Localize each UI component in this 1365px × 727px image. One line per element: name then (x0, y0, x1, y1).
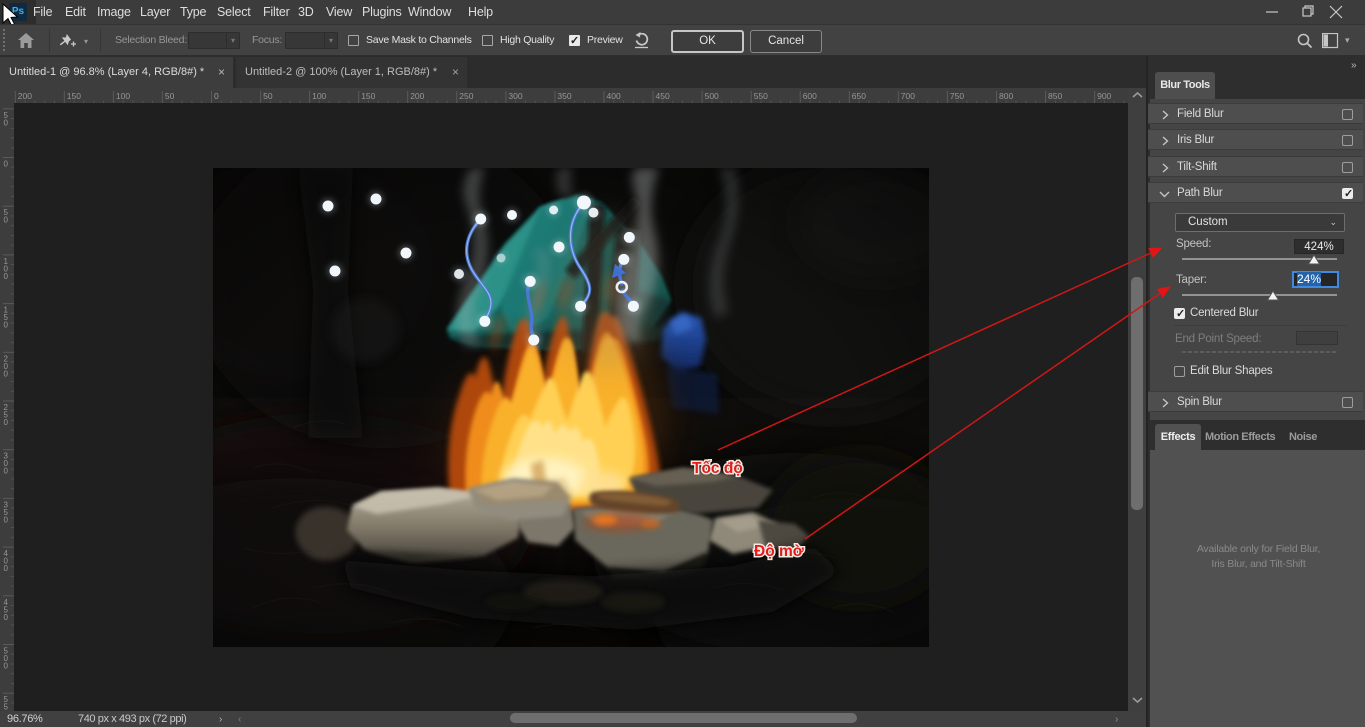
svg-text:0: 0 (4, 118, 9, 127)
svg-text:50: 50 (263, 91, 273, 101)
svg-text:150: 150 (361, 91, 375, 101)
svg-text:0: 0 (4, 272, 9, 281)
svg-text:200: 200 (410, 91, 424, 101)
svg-text:Độ mờ: Độ mờ (754, 543, 805, 560)
svg-text:300: 300 (508, 91, 522, 101)
svg-text:0: 0 (4, 321, 9, 330)
svg-text:50: 50 (165, 91, 175, 101)
svg-text:0: 0 (214, 91, 219, 101)
svg-text:200: 200 (18, 91, 32, 101)
svg-text:0: 0 (4, 160, 9, 169)
svg-text:550: 550 (754, 91, 768, 101)
svg-text:850: 850 (1048, 91, 1062, 101)
svg-text:500: 500 (705, 91, 719, 101)
svg-text:100: 100 (116, 91, 130, 101)
svg-text:0: 0 (4, 613, 9, 622)
svg-text:Tốc độ: Tốc độ (692, 460, 743, 477)
svg-text:700: 700 (901, 91, 915, 101)
svg-text:0: 0 (4, 564, 9, 573)
svg-text:650: 650 (852, 91, 866, 101)
svg-text:0: 0 (4, 467, 9, 476)
svg-text:450: 450 (656, 91, 670, 101)
svg-text:600: 600 (803, 91, 817, 101)
svg-text:100: 100 (312, 91, 326, 101)
svg-text:250: 250 (459, 91, 473, 101)
svg-text:900: 900 (1097, 91, 1111, 101)
svg-text:750: 750 (950, 91, 964, 101)
svg-text:0: 0 (4, 216, 9, 225)
svg-text:800: 800 (999, 91, 1013, 101)
svg-text:0: 0 (4, 515, 9, 524)
svg-text:150: 150 (67, 91, 81, 101)
svg-text:400: 400 (607, 91, 621, 101)
svg-text:0: 0 (4, 369, 9, 378)
svg-text:350: 350 (557, 91, 571, 101)
svg-text:0: 0 (4, 662, 9, 671)
svg-text:0: 0 (4, 418, 9, 427)
